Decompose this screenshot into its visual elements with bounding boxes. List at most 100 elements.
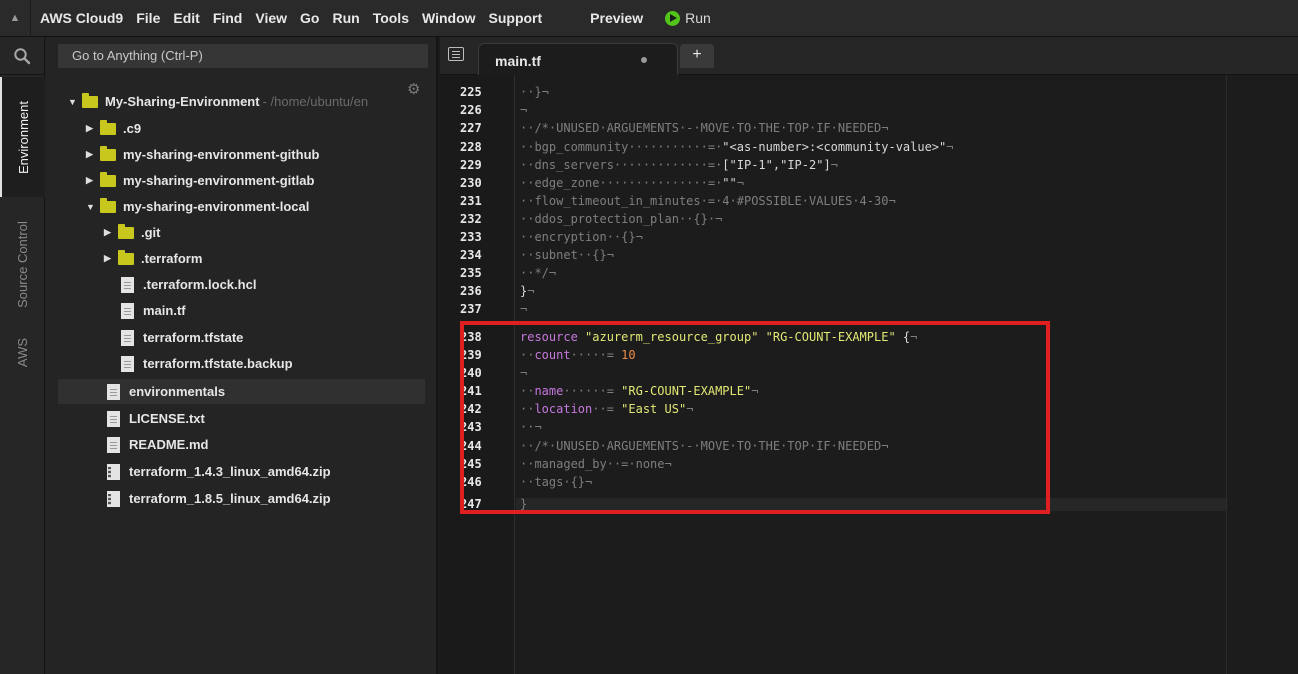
tree-folder-gitlab[interactable]: ▶ my-sharing-environment-gitlab [58, 168, 425, 193]
folder-icon [100, 171, 116, 187]
code-line: ··ddos_protection_plan··{}·¬ [520, 212, 723, 226]
collapsed-arrow-icon[interactable]: ▶ [104, 227, 114, 238]
menu-window[interactable]: Window [422, 10, 476, 26]
code-token: "" [722, 176, 737, 190]
print-margin [1226, 75, 1227, 674]
file-icon [121, 355, 134, 372]
folder-icon [100, 197, 116, 213]
line-number: 225 [460, 85, 482, 99]
code-token: ["IP-1","IP-2"] [722, 158, 831, 172]
tree-item-label: terraform.tfstate.backup [143, 356, 293, 371]
collapsed-arrow-icon[interactable]: ▶ [86, 123, 96, 134]
tree-item-label: my-sharing-environment-github [123, 147, 320, 162]
tree-item-label: .git [141, 225, 161, 240]
line-number: 229 [460, 158, 482, 172]
annotation-highlight-box [460, 321, 1050, 514]
menu-view[interactable]: View [255, 10, 287, 26]
tree-item-label: terraform_1.8.5_linux_amd64.zip [129, 491, 331, 506]
tree-file-zip-143[interactable]: terraform_1.4.3_linux_amd64.zip [58, 459, 425, 484]
play-icon [665, 10, 681, 26]
collapsed-arrow-icon[interactable]: ▶ [104, 253, 114, 264]
collapsed-arrow-icon[interactable]: ▶ [86, 149, 96, 160]
tree-file-environmentals[interactable]: environmentals [58, 379, 425, 404]
tree-file-main-tf[interactable]: main.tf [58, 298, 425, 323]
expanded-arrow-icon[interactable]: ▼ [68, 97, 78, 107]
tab-main-tf-label: main.tf [495, 53, 541, 69]
tree-item-label: .c9 [123, 121, 142, 136]
tree-item-label: terraform.tfstate [143, 330, 244, 345]
run-button[interactable]: Run [665, 10, 711, 26]
menu-tools[interactable]: Tools [373, 10, 409, 26]
tree-folder-git[interactable]: ▶ .git [58, 220, 425, 245]
menu-support[interactable]: Support [489, 10, 543, 26]
tree-file-readme[interactable]: README.md [58, 432, 425, 457]
tree-item-label: environmentals [129, 384, 226, 399]
root-path-hint: - /home/ubuntu/en [262, 94, 369, 109]
tree-folder-github[interactable]: ▶ my-sharing-environment-github [58, 142, 425, 167]
file-icon [107, 436, 120, 453]
code-line: ··encryption··{}¬ [520, 230, 643, 244]
folder-icon [100, 145, 116, 161]
menu-aws-cloud9[interactable]: AWS Cloud9 [40, 10, 123, 26]
tree-file-lock-hcl[interactable]: .terraform.lock.hcl [58, 272, 425, 297]
unsaved-dot-icon[interactable] [641, 57, 647, 63]
tree-file-zip-185[interactable]: terraform_1.8.5_linux_amd64.zip [58, 486, 425, 511]
menu-run[interactable]: Run [332, 10, 359, 26]
tab-aws[interactable]: AWS [0, 327, 45, 377]
tree-item-label: .terraform [141, 251, 203, 266]
tab-source-control[interactable]: Source Control [0, 205, 45, 323]
search-button[interactable] [0, 37, 44, 75]
tree-item-label: terraform_1.4.3_linux_amd64.zip [129, 464, 331, 479]
menu-file[interactable]: File [136, 10, 160, 26]
file-icon [107, 383, 120, 400]
line-number: 234 [460, 248, 482, 262]
menu-edit[interactable]: Edit [173, 10, 199, 26]
tree-file-license[interactable]: LICENSE.txt [58, 406, 425, 431]
tab-main-tf[interactable]: main.tf [478, 43, 678, 75]
preview-button[interactable]: Preview [590, 10, 643, 26]
tree-item-label: my-sharing-environment-local [123, 199, 310, 214]
file-icon [121, 329, 134, 346]
menu-find[interactable]: Find [213, 10, 243, 26]
code-token: ··edge_zone···············=· [520, 176, 723, 190]
file-icon [121, 302, 134, 319]
code-token: ··dns_servers·············=· [520, 158, 723, 172]
expanded-arrow-icon[interactable]: ▼ [86, 202, 96, 212]
tree-item-label: my-sharing-environment-gitlab [123, 173, 315, 188]
code-token: ¬ [946, 140, 954, 154]
tree-folder-root[interactable]: ▼ My-Sharing-Environment - /home/ubuntu/… [58, 89, 425, 114]
line-number: 232 [460, 212, 482, 226]
tree-file-tfstate-backup[interactable]: terraform.tfstate.backup [58, 351, 425, 376]
tree-item-label: README.md [129, 437, 209, 452]
code-line: ¬ [520, 302, 528, 316]
tree-folder-terraform[interactable]: ▶ .terraform [58, 246, 425, 271]
tab-list-icon[interactable] [448, 47, 464, 61]
menu-go[interactable]: Go [300, 10, 319, 26]
line-number: 226 [460, 103, 482, 117]
zip-file-icon [107, 490, 120, 507]
folder-icon [118, 249, 134, 265]
file-icon [107, 410, 120, 427]
code-line: }¬ [520, 285, 1220, 298]
collapsed-arrow-icon[interactable]: ▶ [86, 175, 96, 186]
code-token: ··bgp_community···········=· [520, 140, 723, 154]
menu-bar: ▲ AWS Cloud9 File Edit Find View Go Run … [0, 0, 1298, 37]
tree-folder-c9[interactable]: ▶ .c9 [58, 116, 425, 141]
go-to-anything-input[interactable]: Go to Anything (Ctrl-P) [58, 44, 428, 68]
code-line: ··dns_servers·············=·["IP-1","IP-… [520, 159, 1220, 172]
file-tree-panel: Go to Anything (Ctrl-P) ⚙ ▼ My-Sharing-E… [45, 37, 438, 674]
code-line: ··edge_zone···············=·""¬ [520, 177, 1220, 190]
tree-file-tfstate[interactable]: terraform.tfstate [58, 325, 425, 350]
tab-environment[interactable]: Environment [0, 77, 45, 197]
code-line: ¬ [520, 103, 528, 117]
code-line: ··*/¬ [520, 266, 557, 280]
tree-folder-local[interactable]: ▼ my-sharing-environment-local [58, 194, 425, 219]
line-number: 236 [460, 284, 482, 298]
tab-source-control-label: Source Control [15, 220, 30, 308]
folder-icon [100, 119, 116, 135]
add-tab-button[interactable]: + [680, 44, 714, 68]
file-icon [121, 276, 134, 293]
editor-tab-bar: main.tf + [440, 37, 1298, 75]
tree-item-label: My-Sharing-Environment [105, 94, 260, 109]
collapse-menu-icon[interactable]: ▲ [0, 0, 31, 37]
